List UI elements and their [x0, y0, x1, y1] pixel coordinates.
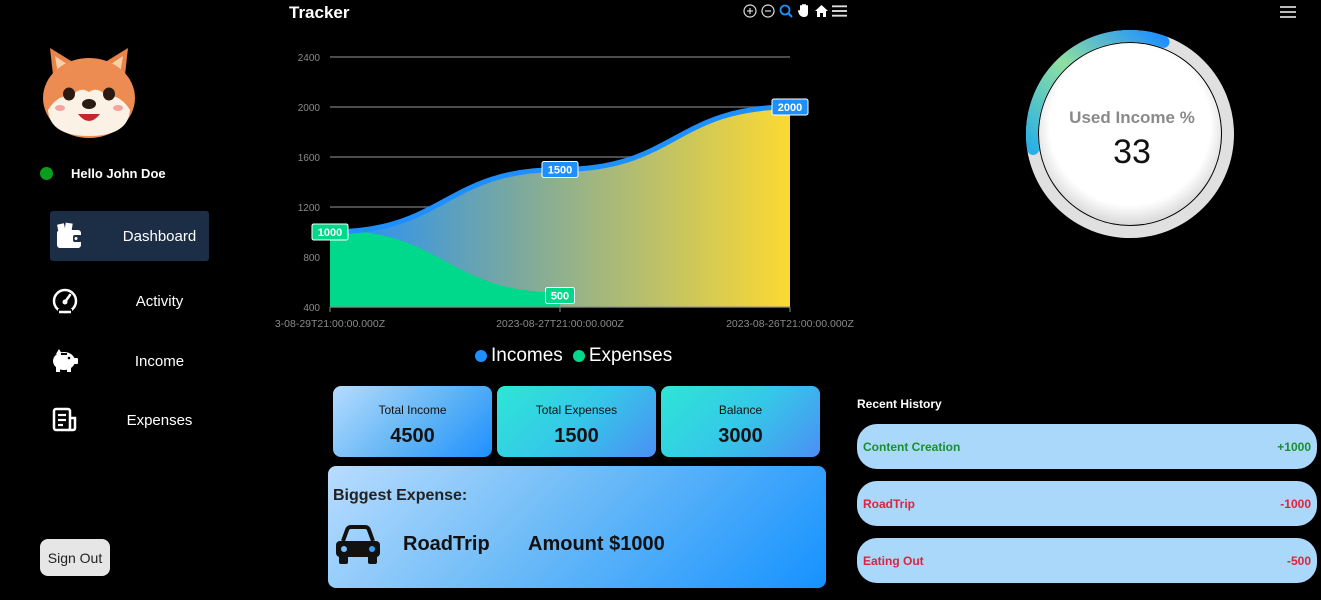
- y-tick-label: 400: [303, 303, 320, 314]
- balance-value: 3000: [718, 425, 763, 447]
- radial-value: 33: [1113, 133, 1151, 171]
- svg-text:1000: 1000: [318, 227, 342, 239]
- y-tick-label: 800: [303, 253, 320, 264]
- chart-legend: Incomes Expenses: [475, 345, 672, 367]
- legend-item-incomes[interactable]: Incomes: [475, 345, 563, 367]
- data-label-expenses: 1000: [311, 223, 349, 241]
- radial-menu-icon[interactable]: [1280, 5, 1296, 19]
- user-greeting: Hello John Doe: [71, 166, 166, 181]
- home-reset-icon[interactable]: [814, 3, 829, 18]
- balance-card: Balance 3000: [661, 386, 820, 457]
- biggest-expense-name: RoadTrip: [403, 533, 490, 555]
- history-item-name: Content Creation: [863, 439, 961, 454]
- nav-label-activity: Activity: [135, 292, 184, 310]
- x-tick-label: 2023-08-26T21:00:00.000Z: [726, 318, 854, 330]
- history-item[interactable]: Eating Out -500: [857, 538, 1317, 583]
- online-status-dot: [40, 167, 53, 180]
- legend-dot-expenses: [572, 350, 585, 362]
- history-item[interactable]: Content Creation +1000: [857, 424, 1317, 469]
- nav-label-expenses: Expenses: [126, 411, 193, 429]
- history-item[interactable]: RoadTrip -1000: [857, 481, 1317, 526]
- nav-item-dashboard[interactable]: Dashboard: [50, 211, 209, 261]
- x-tick-label: 2023-08-27T21:00:00.000Z: [496, 318, 624, 330]
- data-label-incomes: 1500: [541, 161, 579, 178]
- history-item-amount: -1000: [1280, 496, 1311, 511]
- recent-history-title: Recent History: [857, 397, 942, 411]
- total-expenses-card: Total Expenses 1500: [497, 386, 656, 457]
- nav-item-activity[interactable]: Activity: [50, 276, 209, 326]
- radial-label: Used Income %: [1069, 108, 1195, 127]
- zoom-out-icon[interactable]: [760, 3, 775, 18]
- data-label-incomes: 2000: [771, 98, 809, 116]
- history-item-name: Eating Out: [863, 553, 924, 568]
- zoom-select-icon[interactable]: [778, 3, 793, 18]
- zoom-in-icon[interactable]: [742, 3, 757, 18]
- sign-out-button[interactable]: Sign Out: [40, 539, 110, 576]
- y-tick-label: 1600: [298, 153, 321, 164]
- nav-label-dashboard: Dashboard: [122, 227, 197, 245]
- total-expenses-label: Total Expenses: [535, 403, 618, 417]
- sidebar: Hello John Doe Dashboard Activity Income…: [0, 0, 260, 600]
- nav-label-income: Income: [134, 352, 185, 370]
- chart-toolbar: [742, 3, 847, 18]
- total-income-label: Total Income: [378, 403, 447, 417]
- nav-item-income[interactable]: Income: [50, 336, 209, 386]
- chart-title: Tracker: [289, 3, 350, 22]
- data-label-expenses: 500: [545, 287, 575, 304]
- svg-text:2000: 2000: [778, 102, 802, 114]
- y-tick-label: 1200: [298, 203, 321, 214]
- y-tick-label: 2000: [298, 103, 321, 114]
- shiba-avatar: [43, 48, 135, 138]
- chart-menu-icon[interactable]: [832, 3, 847, 18]
- biggest-expense-card: Biggest Expense: RoadTrip Amount $1000: [328, 466, 826, 588]
- total-income-value: 4500: [390, 425, 435, 447]
- pan-hand-icon[interactable]: [796, 3, 811, 18]
- history-item-name: RoadTrip: [863, 496, 916, 511]
- history-item-amount: +1000: [1277, 439, 1311, 454]
- total-income-card: Total Income 4500: [333, 386, 492, 457]
- biggest-expense-amount: Amount $1000: [528, 533, 665, 555]
- biggest-expense-title: Biggest Expense:: [333, 487, 468, 504]
- car-icon: [336, 525, 380, 564]
- legend-label-expenses: Expenses: [588, 345, 673, 366]
- legend-label-incomes: Incomes: [491, 345, 563, 366]
- user-greeting-row: Hello John Doe: [40, 166, 166, 181]
- svg-text:1500: 1500: [548, 165, 572, 177]
- total-expenses-value: 1500: [554, 425, 599, 447]
- legend-item-expenses[interactable]: Expenses: [572, 345, 673, 367]
- balance-label: Balance: [718, 403, 763, 417]
- svg-text:500: 500: [551, 291, 569, 303]
- history-item-amount: -500: [1286, 553, 1311, 568]
- tracker-area-chart: 1000150020001000500 40080012001600200024…: [275, 53, 855, 330]
- nav-item-expenses[interactable]: Expenses: [50, 395, 209, 445]
- legend-dot-incomes: [475, 350, 487, 362]
- x-tick-label: 3-08-29T21:00:00.000Z: [275, 318, 386, 330]
- y-tick-label: 2400: [298, 53, 321, 64]
